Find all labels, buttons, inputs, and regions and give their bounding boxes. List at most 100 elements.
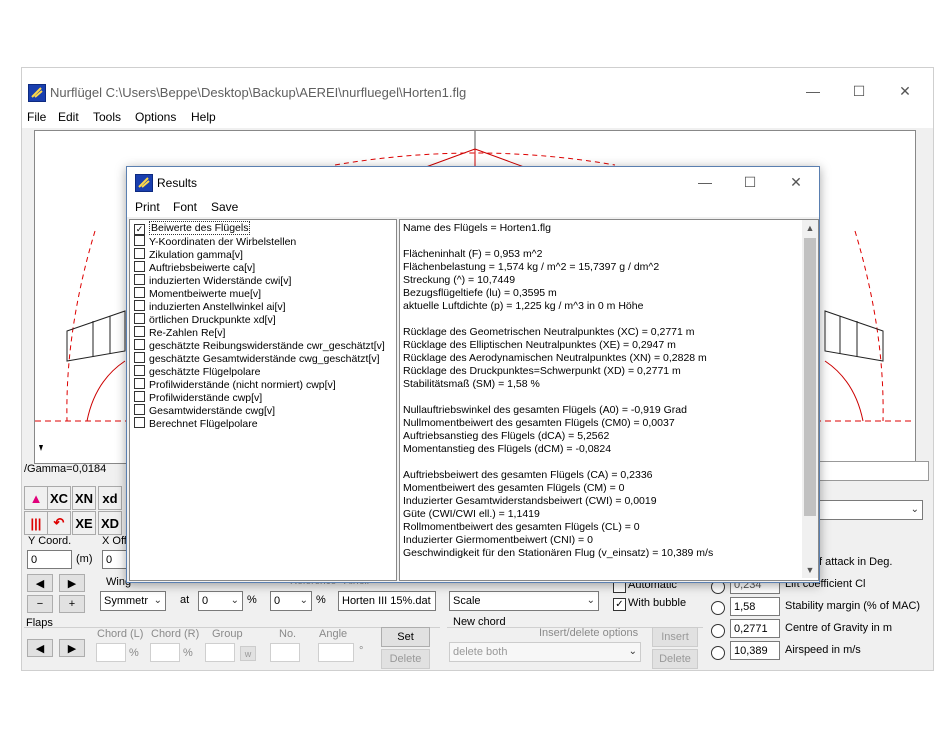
- list-item-checkbox[interactable]: [134, 404, 145, 415]
- list-item-label: geschätzte Flügelpolare: [149, 366, 261, 378]
- dialog-title-bar: Results — ☐ ✕: [127, 167, 819, 197]
- scale-select[interactable]: Scale ⌄: [449, 591, 599, 611]
- xc-button[interactable]: XC: [47, 486, 71, 510]
- flap-next-button[interactable]: ▶: [59, 639, 85, 657]
- list-item-checkbox[interactable]: [134, 339, 145, 350]
- centre-of-gravity-input[interactable]: 0,2771: [730, 619, 780, 638]
- list-item[interactable]: geschätzte Gesamtwiderstände cwg_geschät…: [134, 352, 380, 365]
- result-text-line: Rücklage des Druckpunktes=Schwerpunkt (X…: [403, 365, 681, 377]
- delete-mode-select[interactable]: delete both ⌄: [449, 642, 641, 662]
- list-item[interactable]: Y-Koordinaten der Wirbelstellen: [134, 235, 296, 248]
- chord-r-input[interactable]: [150, 643, 180, 662]
- plus-button[interactable]: +: [59, 595, 85, 613]
- list-item[interactable]: induzierten Widerstände cwi[v]: [134, 274, 291, 287]
- flap-prev-button[interactable]: ◀: [27, 639, 53, 657]
- y-coord-input[interactable]: 0: [27, 550, 72, 569]
- list-item[interactable]: Profilwiderstände cwp[v]: [134, 391, 262, 404]
- result-text-line: Rücklage des Geometrischen Neutralpunkte…: [403, 326, 695, 338]
- list-item-checkbox[interactable]: [134, 274, 145, 285]
- w-button[interactable]: w: [240, 646, 256, 661]
- xd-button[interactable]: XD: [98, 511, 122, 535]
- symmetry-select[interactable]: Symmetr ⌄: [100, 591, 166, 611]
- at-select[interactable]: 0 ⌄: [198, 591, 243, 611]
- insert-button[interactable]: Insert: [652, 627, 698, 647]
- scroll-down-icon[interactable]: ▼: [802, 562, 818, 578]
- xe-button[interactable]: XE: [72, 511, 96, 535]
- list-item-checkbox[interactable]: [134, 313, 145, 324]
- at-value: 0: [202, 595, 209, 607]
- list-item[interactable]: induzierten Anstellwinkel ai[v]: [134, 300, 286, 313]
- result-text-line: Streckung (^) = 10,7449: [403, 274, 516, 286]
- minimize-button[interactable]: —: [790, 76, 836, 106]
- stability-margin-input[interactable]: 1,58: [730, 597, 780, 616]
- menu-file[interactable]: File: [27, 110, 46, 124]
- chord-l-input[interactable]: [96, 643, 126, 662]
- maximize-button[interactable]: ☐: [836, 76, 882, 106]
- list-item-checkbox[interactable]: [134, 378, 145, 389]
- results-scrollbar[interactable]: ▲ ▼: [802, 220, 818, 578]
- airspeed-radio[interactable]: [711, 646, 725, 660]
- centre-of-gravity-radio[interactable]: [711, 624, 725, 638]
- minus-button[interactable]: −: [27, 595, 53, 613]
- xd-lower-button[interactable]: xd: [98, 486, 122, 510]
- menu-help[interactable]: Help: [191, 110, 216, 124]
- angle-input[interactable]: [318, 643, 354, 662]
- set-button[interactable]: Set: [381, 627, 430, 647]
- grid-icon[interactable]: |||: [24, 511, 48, 535]
- wing-view-icon[interactable]: ▲: [24, 486, 48, 510]
- with-bubble-checkbox[interactable]: ✓: [613, 598, 626, 611]
- next-section-button[interactable]: ▶: [59, 574, 85, 592]
- list-item[interactable]: geschätzte Flügelpolare: [134, 365, 261, 378]
- prev-section-button[interactable]: ◀: [27, 574, 53, 592]
- close-button[interactable]: ✕: [882, 76, 928, 106]
- list-item-checkbox[interactable]: [134, 352, 145, 363]
- dialog-minimize-button[interactable]: —: [682, 167, 728, 197]
- airspeed-label: Airspeed in m/s: [785, 644, 861, 656]
- stability-margin-radio[interactable]: [711, 601, 725, 615]
- menu-options[interactable]: Options: [135, 110, 176, 124]
- result-text-line: Güte (CWI/CWI ell.) = 1,1419: [403, 508, 540, 520]
- list-item[interactable]: Profilwiderstände (nicht normiert) cwp[v…: [134, 378, 336, 391]
- list-item-checkbox[interactable]: [134, 235, 145, 246]
- list-item[interactable]: Zikulation gamma[v]: [134, 248, 243, 261]
- list-item-checkbox[interactable]: [134, 326, 145, 337]
- scroll-thumb[interactable]: [804, 238, 816, 516]
- list-item[interactable]: örtlichen Druckpunkte xd[v]: [134, 313, 276, 326]
- list-item[interactable]: Re-Zahlen Re[v]: [134, 326, 225, 339]
- menu-font[interactable]: Font: [173, 200, 197, 214]
- list-item[interactable]: geschätzte Reibungswiderstände cwr_gesch…: [134, 339, 385, 352]
- reference-select[interactable]: 0 ⌄: [270, 591, 312, 611]
- group-input[interactable]: [205, 643, 235, 662]
- results-text-area[interactable]: Name des Flügels = Horten1.flg Flächeninh…: [399, 219, 819, 581]
- airspeed-input[interactable]: 10,389: [730, 641, 780, 660]
- dialog-maximize-button[interactable]: ☐: [727, 167, 773, 197]
- list-item-checkbox[interactable]: [134, 417, 145, 428]
- list-item[interactable]: Auftriebsbeiwerte ca[v]: [134, 261, 255, 274]
- xn-button[interactable]: XN: [72, 486, 96, 510]
- menu-edit[interactable]: Edit: [58, 110, 79, 124]
- list-item[interactable]: Berechnet Flügelpolare: [134, 417, 258, 430]
- list-item[interactable]: Gesamtwiderstände cwg[v]: [134, 404, 275, 417]
- airfoil-field[interactable]: Horten III 15%.dat: [338, 591, 436, 611]
- list-item-checkbox[interactable]: [134, 261, 145, 272]
- list-item-checkbox[interactable]: [134, 365, 145, 376]
- list-item[interactable]: Momentbeiwerte mue[v]: [134, 287, 261, 300]
- list-item-checkbox[interactable]: [134, 287, 145, 298]
- menu-tools[interactable]: Tools: [93, 110, 121, 124]
- number-input[interactable]: [270, 643, 300, 662]
- menu-save[interactable]: Save: [211, 200, 238, 214]
- right-select[interactable]: ⌄: [817, 500, 923, 520]
- list-item-checkbox[interactable]: [134, 248, 145, 259]
- list-item[interactable]: ✓ Beiwerte des Flügels: [134, 221, 251, 235]
- list-item-checkbox[interactable]: ✓: [134, 224, 145, 235]
- dialog-close-button[interactable]: ✕: [773, 167, 819, 197]
- list-item-checkbox[interactable]: [134, 300, 145, 311]
- chord-delete-button[interactable]: Delete: [652, 649, 698, 669]
- result-text-line: Bezugsflügeltiefe (lu) = 0,3595 m: [403, 287, 557, 299]
- list-item-checkbox[interactable]: [134, 391, 145, 402]
- flap-delete-button[interactable]: Delete: [381, 649, 430, 669]
- undo-icon[interactable]: ↶: [47, 511, 71, 535]
- list-item-label: induzierten Widerstände cwi[v]: [149, 275, 292, 287]
- menu-print[interactable]: Print: [135, 200, 160, 214]
- scroll-up-icon[interactable]: ▲: [802, 220, 818, 236]
